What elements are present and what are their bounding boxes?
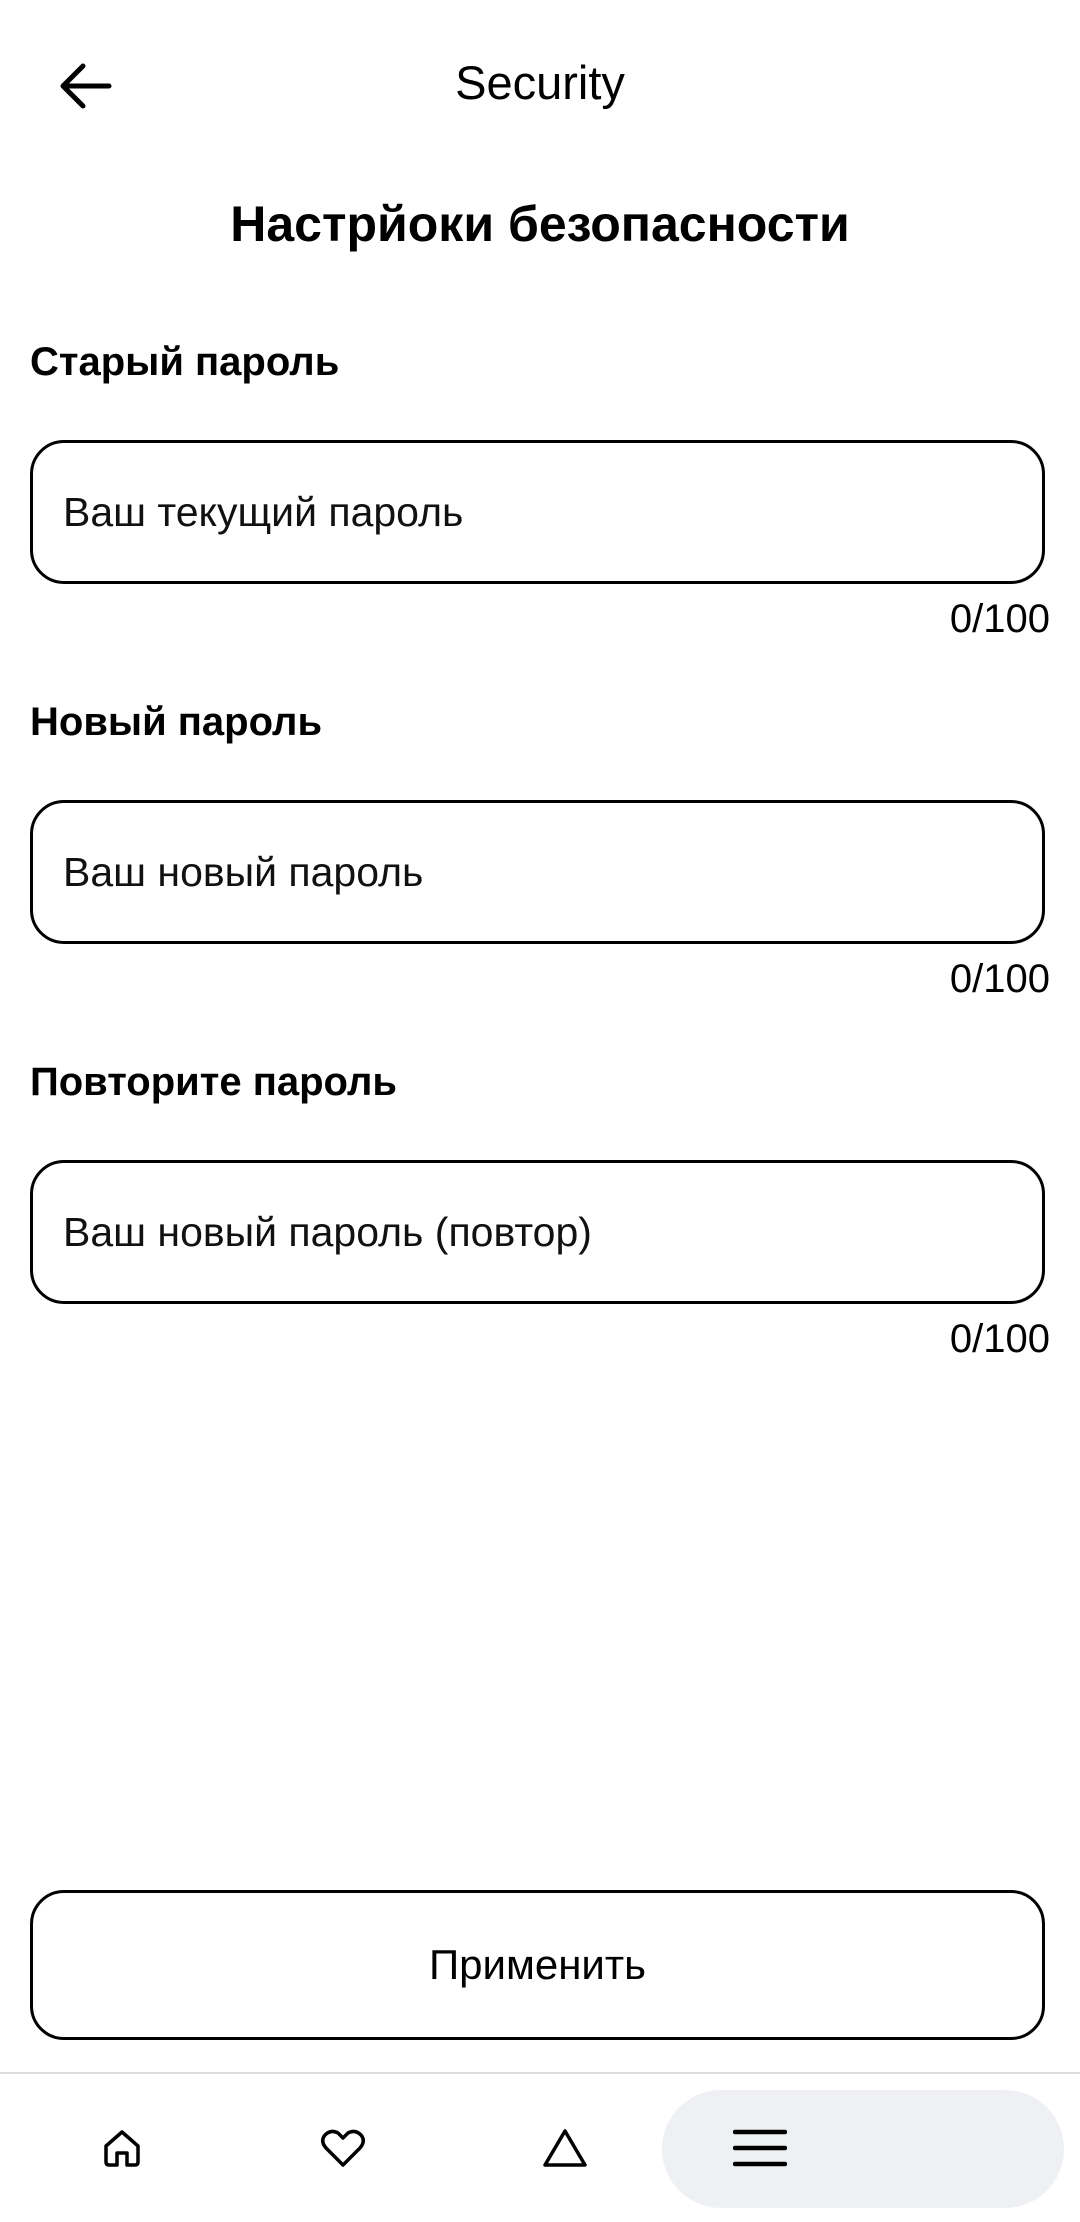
repeat-password-label: Повторите пароль — [30, 1060, 397, 1104]
menu-icon — [733, 2129, 787, 2167]
nav-explore[interactable] — [505, 2074, 625, 2222]
new-password-field[interactable] — [30, 800, 1045, 944]
old-password-label: Старый пароль — [30, 340, 340, 384]
old-password-counter: 0/100 — [949, 597, 1050, 641]
repeat-password-field[interactable] — [30, 1160, 1045, 1304]
old-password-field[interactable] — [30, 440, 1045, 584]
triangle-icon — [543, 2129, 587, 2167]
page-title: Настрйоки безопасности — [230, 196, 850, 252]
new-password-label: Новый пароль — [30, 700, 323, 744]
repeat-password-counter: 0/100 — [949, 1317, 1050, 1361]
app-bar-title: Security — [455, 56, 625, 109]
home-icon — [104, 2130, 140, 2167]
bottom-navigation — [0, 2072, 1080, 2222]
nav-home[interactable] — [62, 2074, 182, 2222]
apply-button-label: Применить — [428, 1941, 646, 1988]
repeat-password-input[interactable] — [61, 1207, 1042, 1257]
nav-favorites[interactable] — [283, 2074, 403, 2222]
nav-menu[interactable] — [700, 2074, 820, 2222]
new-password-input[interactable] — [61, 847, 1042, 897]
new-password-counter: 0/100 — [949, 957, 1050, 1001]
apply-button[interactable]: Применить — [30, 1890, 1045, 2040]
top-app-bar: Security — [0, 0, 1080, 170]
old-password-input[interactable] — [61, 487, 1042, 537]
heart-icon — [321, 2129, 365, 2167]
